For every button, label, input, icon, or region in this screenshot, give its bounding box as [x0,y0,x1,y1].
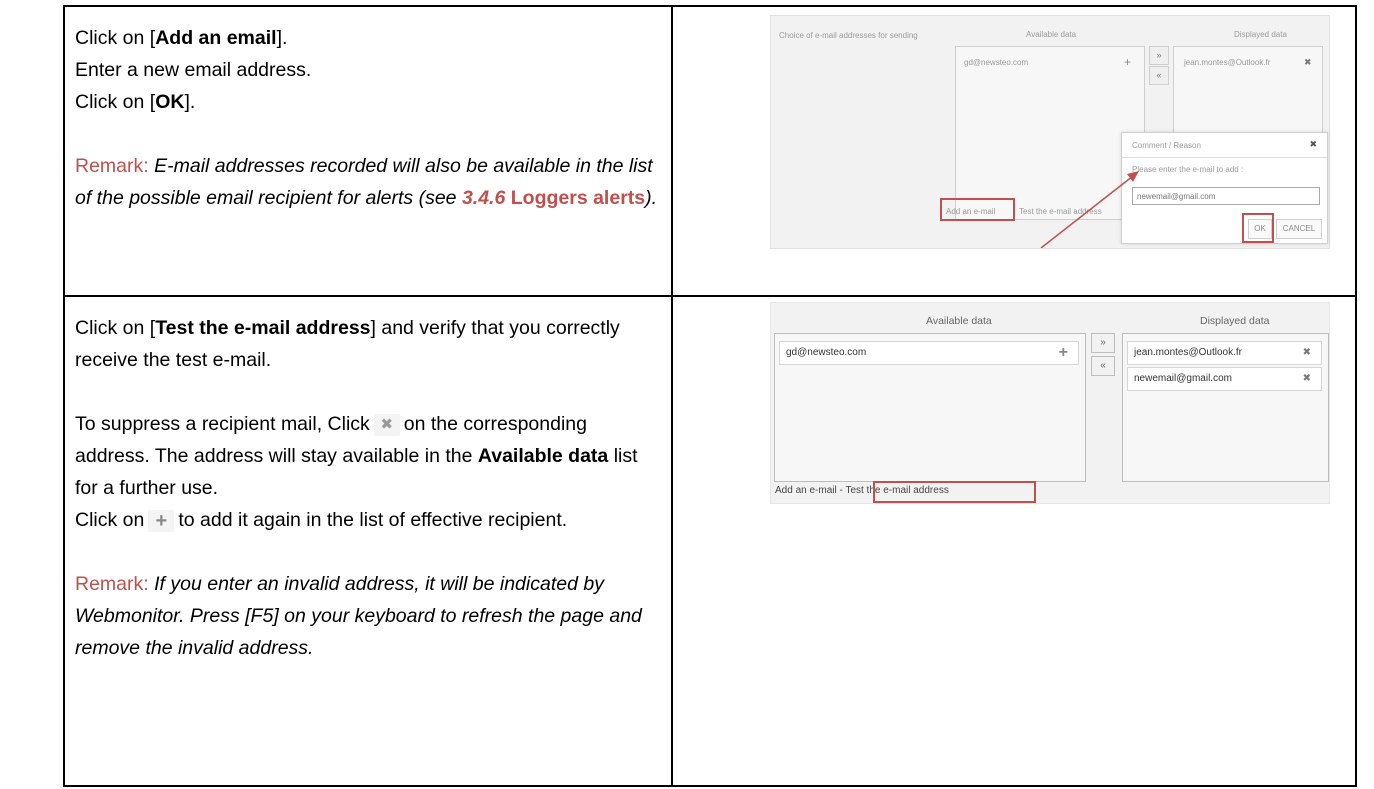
displayed-item-1[interactable]: jean.montes@Outlook.fr ✖ [1127,341,1322,365]
separator: - [839,485,843,496]
double-left-arrow-icon[interactable]: « [1091,356,1115,376]
remark-2: Remark: If you enter an invalid address,… [75,573,642,659]
pointer-arrow-icon [1040,171,1139,248]
row2-text-cell: Click on [Test the e-mail address] and v… [63,295,673,787]
loggers-alerts-link[interactable]: Loggers alerts [511,187,645,209]
cross-icon[interactable]: ✖ [1303,342,1311,364]
displayed-data-heading: Displayed data [1200,315,1270,327]
double-right-arrow-icon[interactable]: » [1091,333,1115,353]
available-data-heading: Available data [926,315,992,327]
plus-icon: + [148,509,175,532]
plus-icon[interactable]: + [1059,342,1068,364]
re-add-instruction: Click on + to add it again in the list of … [75,509,568,532]
item-label: newemail@gmail.com [1134,373,1232,384]
displayed-item-2[interactable]: newemail@gmail.com ✖ [1127,367,1322,391]
step-enter-address: Enter a new email address. [75,59,312,81]
item-label: gd@newsteo.com [786,347,867,358]
available-item-1[interactable]: gd@newsteo.com + [779,341,1079,365]
cross-icon[interactable]: ✖ [1303,368,1311,390]
screenshot-add-email-dialog: Choice of e-mail addresses for sending A… [770,15,1330,249]
step-test-email: Click on [Test the e-mail address] and v… [75,317,620,371]
available-list: gd@newsteo.com + [774,333,1086,482]
remark-1: Remark: E-mail addresses recorded will a… [75,155,658,209]
highlight-test-email [873,481,1036,503]
cross-icon: ✖ [373,413,400,436]
item-label: jean.montes@Outlook.fr [1134,347,1242,358]
row1-text-cell: Click on [Add an email]. Enter a new ema… [63,5,673,297]
step-click-ok: Click on [OK]. [75,91,196,113]
step-add-email: Click on [Add an email]. [75,27,288,49]
add-email-link[interactable]: Add an e-mail [775,485,837,496]
suppress-instruction: To suppress a recipient mail, Click ✖ on t… [75,413,638,499]
displayed-list: jean.montes@Outlook.fr ✖ newemail@gmail.… [1122,333,1329,482]
screenshot-recipient-lists: Available data Displayed data gd@newsteo… [770,302,1330,504]
